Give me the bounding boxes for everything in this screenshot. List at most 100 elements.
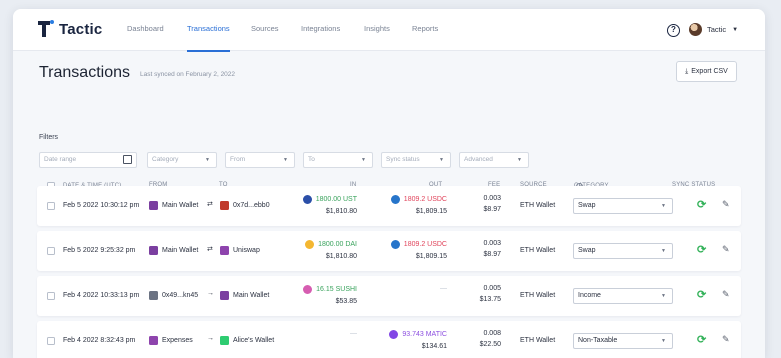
category-filter[interactable]: Category ▼	[147, 152, 217, 168]
nav-reports[interactable]: Reports	[412, 9, 438, 51]
from-wallet-label: Main Wallet	[162, 202, 199, 209]
page-title: Transactions	[39, 64, 130, 81]
nav-sources[interactable]: Sources	[251, 9, 279, 51]
row-checkbox[interactable]	[47, 247, 55, 255]
table-row[interactable]: Feb 4 2022 10:33:13 pm 0x49...kn45 → Mai…	[37, 276, 741, 316]
category-select[interactable]: Swap ▼	[573, 243, 673, 259]
sync-icon[interactable]: ⟳	[697, 290, 707, 301]
date-range-filter[interactable]: Date range	[39, 152, 137, 168]
from-wallet[interactable]: Main Wallet	[149, 246, 198, 255]
in-amount: 1800.00 UST $1,810.80	[287, 195, 357, 215]
user-name: Tactic	[707, 25, 727, 34]
sync-icon[interactable]: ⟳	[697, 335, 707, 346]
table-row[interactable]: Feb 5 2022 9:25:32 pm Main Wallet ⇄ Unis…	[37, 231, 741, 271]
fee-amount: 0.003	[483, 240, 501, 247]
out-amount-text: 1809.2 USDC	[403, 241, 447, 248]
table-row[interactable]: Feb 5 2022 10:30:12 pm Main Wallet ⇄ 0x7…	[37, 186, 741, 226]
table-row[interactable]: Feb 4 2022 8:32:43 pm Expenses → Alice's…	[37, 321, 741, 358]
help-icon[interactable]: ?	[667, 24, 680, 37]
date-range-placeholder: Date range	[44, 156, 77, 163]
from-filter[interactable]: From ▼	[225, 152, 295, 168]
out-usd: $1,809.15	[415, 253, 447, 260]
category-value: Non-Taxable	[578, 337, 618, 344]
nav-integrations[interactable]: Integrations	[301, 9, 340, 51]
in-usd: $1,810.80	[325, 253, 357, 260]
category-select[interactable]: Income ▼	[573, 288, 673, 304]
wallet-icon	[220, 336, 229, 345]
row-date: Feb 4 2022 8:32:43 pm	[63, 337, 136, 344]
edit-pencil-icon[interactable]: ✎	[722, 244, 732, 254]
row-checkbox[interactable]	[47, 292, 55, 300]
brand-logo[interactable]: Tactic	[38, 20, 102, 38]
token-icon	[305, 240, 315, 249]
token-icon	[390, 195, 400, 204]
out-amount: 1809.2 USDC $1,809.15	[377, 195, 447, 215]
out-usd: $1,809.15	[415, 208, 447, 215]
from-wallet[interactable]: 0x49...kn45	[149, 291, 198, 300]
transfer-arrow-icon: →	[207, 335, 214, 342]
edit-pencil-icon[interactable]: ✎	[722, 289, 732, 299]
sync-status-filter[interactable]: Sync status ▼	[381, 152, 451, 168]
fee-usd: $22.50	[479, 341, 501, 348]
token-icon	[303, 285, 313, 294]
wallet-icon	[220, 201, 229, 210]
in-amount: 1800.00 DAI $1,810.80	[287, 240, 357, 260]
chevron-down-icon: ▼	[439, 157, 444, 163]
category-value: Swap	[578, 202, 596, 209]
token-icon	[302, 195, 312, 204]
to-wallet[interactable]: 0x7d...ebb0	[220, 201, 270, 210]
from-wallet-label: Main Wallet	[162, 247, 199, 254]
chevron-down-icon: ▼	[661, 338, 666, 344]
fee-amount: 0.005	[483, 285, 501, 292]
out-usd: $134.61	[421, 343, 447, 350]
to-wallet[interactable]: Main Wallet	[220, 291, 269, 300]
token-icon	[390, 240, 400, 249]
fee: 0.003 $8.97	[467, 195, 501, 213]
nav-insights[interactable]: Insights	[364, 9, 390, 51]
row-checkbox[interactable]	[47, 202, 55, 210]
top-nav-bar: Tactic Dashboard Transactions Sources In…	[13, 9, 765, 52]
chevron-down-icon: ▼	[661, 203, 666, 209]
wallet-icon	[149, 246, 158, 255]
advanced-filter[interactable]: Advanced ▼	[459, 152, 529, 168]
fee: 0.003 $8.97	[467, 240, 501, 258]
in-amount-text: 1800.00 UST	[315, 196, 357, 203]
chevron-down-icon: ▼	[517, 157, 522, 163]
out-amount-text: —	[440, 285, 447, 292]
row-date: Feb 5 2022 9:25:32 pm	[63, 247, 136, 254]
nav-dashboard[interactable]: Dashboard	[127, 9, 164, 51]
edit-pencil-icon[interactable]: ✎	[722, 334, 732, 344]
row-checkbox[interactable]	[47, 337, 55, 345]
user-menu[interactable]: Tactic ▼	[689, 23, 738, 36]
category-select[interactable]: Swap ▼	[573, 198, 673, 214]
to-wallet[interactable]: Alice's Wallet	[220, 336, 274, 345]
to-wallet[interactable]: Uniswap	[220, 246, 260, 255]
in-amount: 16.15 SUSHI $53.85	[287, 285, 357, 305]
fee-usd: $8.97	[483, 206, 501, 213]
source: ETH Wallet	[520, 292, 556, 299]
from-wallet[interactable]: Main Wallet	[149, 201, 198, 210]
in-amount-text: 1800.00 DAI	[318, 241, 357, 248]
sync-icon[interactable]: ⟳	[697, 245, 707, 256]
transfer-arrow-icon: →	[207, 290, 214, 297]
in-amount: —	[287, 330, 357, 341]
to-filter[interactable]: To ▼	[303, 152, 373, 168]
fee-amount: 0.008	[483, 330, 501, 337]
fee-amount: 0.003	[483, 195, 501, 202]
export-csv-button[interactable]: ⤓ Export CSV	[676, 61, 737, 82]
chevron-down-icon: ▼	[205, 157, 210, 163]
in-usd: $53.85	[335, 298, 357, 305]
download-icon: ⤓	[685, 67, 689, 75]
edit-pencil-icon[interactable]: ✎	[722, 199, 732, 209]
wallet-icon	[220, 291, 229, 300]
category-select[interactable]: Non-Taxable ▼	[573, 333, 673, 349]
fee-usd: $13.75	[479, 296, 501, 303]
nav-transactions[interactable]: Transactions	[187, 9, 230, 52]
in-amount-text: 16.15 SUSHI	[316, 286, 357, 293]
sync-icon[interactable]: ⟳	[697, 200, 707, 211]
from-wallet[interactable]: Expenses	[149, 336, 193, 345]
from-wallet-label: 0x49...kn45	[162, 292, 199, 299]
category-value: Swap	[578, 247, 596, 254]
sync-status-placeholder: Sync status	[386, 156, 420, 163]
from-wallet-label: Expenses	[162, 337, 193, 344]
